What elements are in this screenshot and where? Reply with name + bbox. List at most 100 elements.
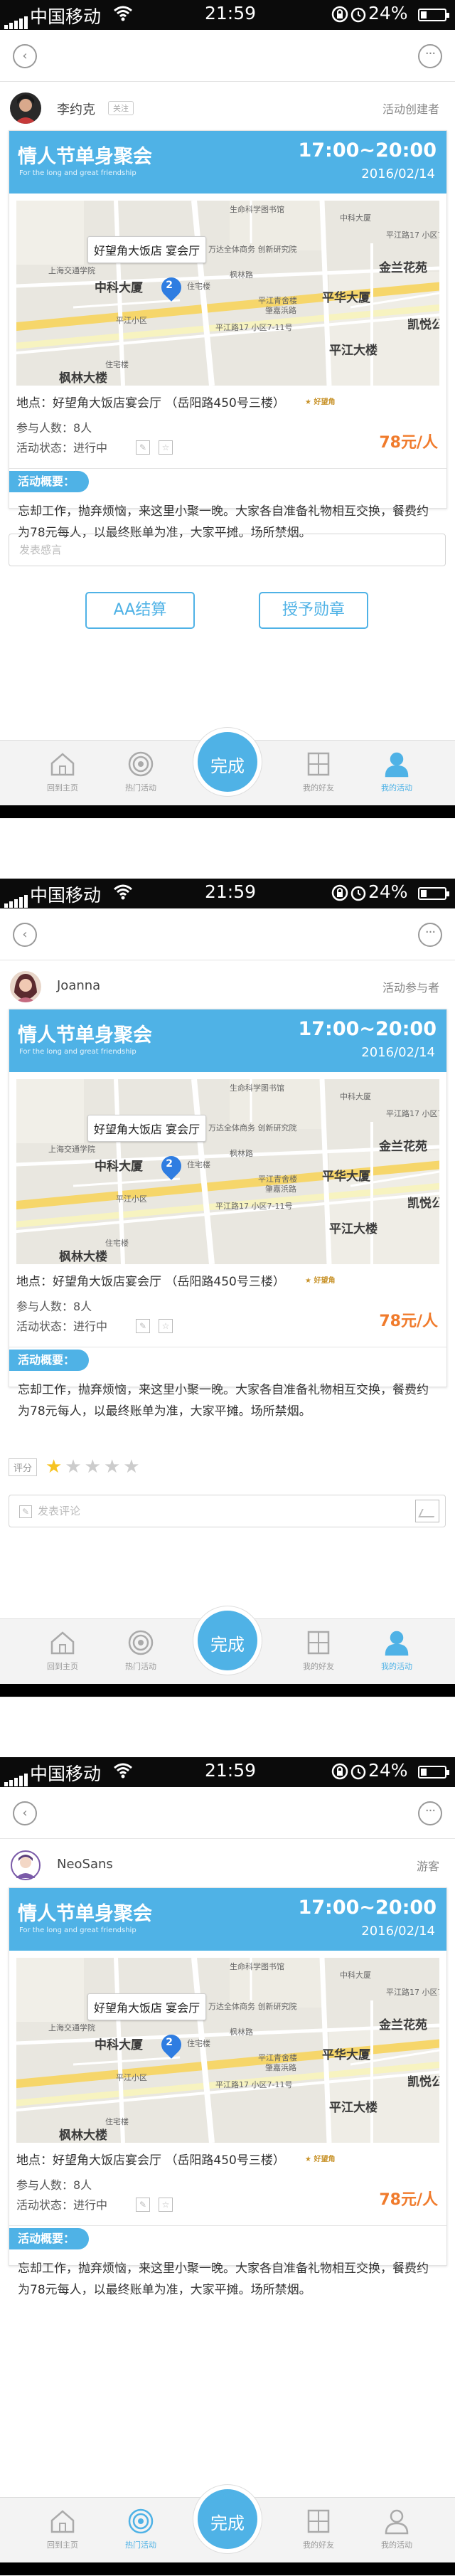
home-icon bbox=[49, 2508, 76, 2535]
rating-star-icon[interactable]: ★ bbox=[123, 1456, 139, 1478]
tab-my-friends[interactable]: 我的好友 bbox=[290, 2508, 347, 2550]
comment-input[interactable]: 发表感言 bbox=[9, 534, 446, 566]
back-button[interactable]: ‹ bbox=[13, 44, 37, 68]
done-button[interactable]: 完成 bbox=[193, 2485, 262, 2553]
signal-icon bbox=[4, 9, 29, 29]
phone-screen: 中国移动 21:59 24% ‹ ··· Joanna 活动参与者 情人节单身聚… bbox=[0, 879, 455, 1697]
event-banner: 情人节单身聚会 For the long and great friendshi… bbox=[9, 1888, 446, 1951]
map-label: 肇嘉浜路 bbox=[265, 2063, 296, 2072]
tab-home[interactable]: 回到主页 bbox=[34, 751, 91, 793]
carrier-label: 中国移动 bbox=[30, 6, 102, 27]
location-map[interactable]: 生命科学图书馆 中科大厦 平江路17 小区7-11号 金兰花苑 万达全体商务 创… bbox=[16, 1958, 439, 2143]
status-bar: 中国移动 21:59 24% bbox=[0, 1757, 455, 1787]
tab-label: 我的活动 bbox=[381, 783, 412, 793]
location-map[interactable]: 生命科学图书馆 中科大厦 平江路17 小区7-11号 金兰花苑 万达全体商务 创… bbox=[16, 201, 439, 386]
tab-hot-activities[interactable]: 热门活动 bbox=[112, 1629, 169, 1672]
event-title: 情人节单身聚会 bbox=[18, 146, 152, 168]
star-outline-icon[interactable]: ☆ bbox=[159, 2198, 173, 2212]
image-upload-icon[interactable] bbox=[415, 1500, 439, 1522]
map-label: 金兰花苑 bbox=[379, 1140, 427, 1154]
award-medal-button[interactable]: 授予勋章 bbox=[259, 592, 368, 629]
map-location-bubble: 好望角大饭店 宴会厅 bbox=[87, 1993, 207, 2020]
event-date: 2016/02/14 bbox=[361, 1924, 435, 1939]
carrier-label: 中国移动 bbox=[30, 885, 102, 906]
battery-level bbox=[421, 890, 427, 897]
event-title: 情人节单身聚会 bbox=[18, 1024, 152, 1046]
phone-screen: 中国移动 21:59 24% ‹ ··· NeoSans 游客 情人节单身聚会 … bbox=[0, 1757, 455, 2576]
map-label: 枫林路 bbox=[230, 1149, 253, 1158]
star-outline-icon[interactable]: ☆ bbox=[159, 440, 173, 455]
battery-icon bbox=[418, 1766, 449, 1779]
event-card: 情人节单身聚会 For the long and great friendshi… bbox=[9, 130, 447, 540]
edit-icon[interactable]: ✎ bbox=[136, 440, 150, 455]
star-outline-icon[interactable]: ☆ bbox=[159, 1319, 173, 1333]
map-label: 肇嘉浜路 bbox=[265, 306, 296, 315]
map-label: 凯悦公寓 bbox=[407, 1197, 439, 1211]
more-button[interactable]: ··· bbox=[418, 923, 442, 947]
more-button[interactable]: ··· bbox=[418, 44, 442, 68]
tab-label: 我的好友 bbox=[303, 783, 334, 793]
map-label: 住宅楼 bbox=[187, 1160, 210, 1170]
map-label: 中科大厦 bbox=[340, 213, 371, 223]
tab-label: 热门活动 bbox=[125, 783, 156, 793]
map-label: 平江大楼 bbox=[329, 1222, 378, 1236]
edit-icon[interactable]: ✎ bbox=[136, 2198, 150, 2212]
status-bar: 中国移动 21:59 24% bbox=[0, 879, 455, 908]
map-label: 枫林路 bbox=[230, 270, 253, 280]
follow-button[interactable]: 关注 bbox=[108, 101, 134, 115]
done-button[interactable]: 完成 bbox=[193, 728, 262, 796]
map-label: 凯悦公寓 bbox=[407, 318, 439, 332]
user-row: NeoSans 游客 bbox=[0, 1840, 455, 1889]
nav-bar: ‹ ··· bbox=[0, 908, 455, 960]
rating-star-icon[interactable]: ★ bbox=[65, 1456, 81, 1478]
map-label: 枫林路 bbox=[230, 2028, 253, 2037]
rating-star-icon[interactable]: ★ bbox=[46, 1456, 62, 1478]
carrier-label: 中国移动 bbox=[30, 1764, 102, 1784]
rating-star-icon[interactable]: ★ bbox=[104, 1456, 120, 1478]
rating-star-icon[interactable]: ★ bbox=[85, 1456, 101, 1478]
map-label: 生命科学图书馆 bbox=[230, 1083, 284, 1093]
done-button[interactable]: 完成 bbox=[193, 1606, 262, 1675]
battery-percent: 24% bbox=[368, 881, 408, 902]
location-map[interactable]: 生命科学图书馆 中科大厦 平江路17 小区7-11号 金兰花苑 万达全体商务 创… bbox=[16, 1079, 439, 1264]
tab-my-activities[interactable]: 我的活动 bbox=[368, 751, 425, 793]
map-label: 中科大厦 bbox=[95, 2038, 143, 2052]
avatar[interactable] bbox=[10, 1850, 41, 1881]
aa-settle-button[interactable]: AA结算 bbox=[85, 592, 195, 629]
tab-label: 热门活动 bbox=[125, 2540, 156, 2550]
map-label: 平江小区 bbox=[116, 2073, 147, 2082]
tab-home[interactable]: 回到主页 bbox=[34, 1629, 91, 1672]
event-date: 2016/02/14 bbox=[361, 1045, 435, 1060]
comment-input[interactable]: ✎ 发表评论 bbox=[9, 1495, 446, 1527]
status-icons: ✎ ☆ bbox=[136, 2197, 181, 2212]
tab-hot-activities[interactable]: 热门活动 bbox=[112, 751, 169, 793]
map-label: 平江路17 小区7-11号 bbox=[386, 1988, 439, 1997]
divider bbox=[9, 2225, 446, 2226]
tab-home[interactable]: 回到主页 bbox=[34, 2508, 91, 2550]
event-status: 活动状态：进行中 bbox=[16, 1320, 108, 1333]
friends-icon bbox=[305, 751, 332, 778]
tab-my-activities[interactable]: 我的活动 bbox=[368, 2508, 425, 2550]
back-button[interactable]: ‹ bbox=[13, 923, 37, 947]
bottom-bezel bbox=[0, 805, 455, 818]
tab-my-friends[interactable]: 我的好友 bbox=[290, 1629, 347, 1672]
signal-icon bbox=[4, 887, 29, 908]
avatar[interactable] bbox=[10, 971, 41, 1002]
event-description: 忘却工作，抛弃烦恼，来这里小聚一晚。大家各自准备礼物相互交换，餐费约为78元每人… bbox=[18, 2262, 429, 2297]
home-icon bbox=[49, 1629, 76, 1656]
tab-hot-activities[interactable]: 热门活动 bbox=[112, 2508, 169, 2550]
map-label: 平华大厦 bbox=[322, 2048, 370, 2062]
comment-placeholder: 发表评论 bbox=[38, 1505, 81, 1517]
more-button[interactable]: ··· bbox=[418, 1801, 442, 1825]
map-label: 生命科学图书馆 bbox=[230, 205, 284, 214]
event-card: 情人节单身聚会 For the long and great friendshi… bbox=[9, 1887, 447, 2297]
avatar[interactable] bbox=[10, 92, 41, 124]
event-subtitle: For the long and great friendship bbox=[19, 1048, 136, 1056]
tab-my-friends[interactable]: 我的好友 bbox=[290, 751, 347, 793]
back-button[interactable]: ‹ bbox=[13, 1801, 37, 1825]
tab-label: 我的活动 bbox=[381, 1662, 412, 1671]
tab-my-activities[interactable]: 我的活动 bbox=[368, 1629, 425, 1672]
home-icon bbox=[49, 751, 76, 778]
event-status: 活动状态：进行中 bbox=[16, 2198, 108, 2212]
edit-icon[interactable]: ✎ bbox=[136, 1319, 150, 1333]
